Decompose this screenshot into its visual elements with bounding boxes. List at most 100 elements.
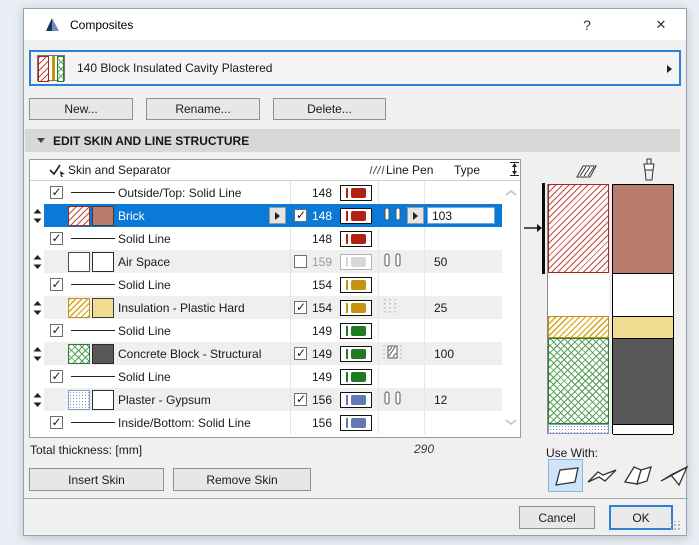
reorder-handle-icon[interactable] [30,250,44,273]
edit-skin-section-header[interactable]: EDIT SKIN AND LINE STRUCTURE [25,129,680,152]
line-visibility-checkbox[interactable] [49,415,63,429]
insert-skin-button[interactable]: Insert Skin [29,468,164,491]
row-check-cell [44,415,68,429]
thickness-cell: 50 [424,250,502,273]
line-pen-swatch[interactable] [340,184,372,201]
line-visibility-checkbox[interactable] [49,231,63,245]
line-pen-number: 154 [312,277,333,292]
thickness-cell [424,181,502,204]
reorder-handle-icon[interactable] [30,204,44,227]
scroll-down-icon[interactable] [504,415,518,429]
table-row-concrete-block-structural[interactable]: Concrete Block - Structural 149 100 [30,342,502,365]
skin-pen-checkbox[interactable] [294,255,307,268]
skin-pen-checkbox[interactable] [294,208,307,222]
line-pen-swatch[interactable] [340,253,372,270]
skin-type-bars-icon[interactable] [381,206,407,225]
table-row-plaster-gypsum[interactable]: Plaster - Gypsum 156 12 [30,388,502,411]
preview-surface-column [612,184,674,435]
help-button[interactable]: ? [566,9,608,40]
surface-swatch[interactable] [92,343,114,364]
cut-fill-swatch[interactable] [68,389,90,410]
skin-type-cell [378,411,424,434]
pen-check-cell [290,319,310,342]
skin-type-dots-icon[interactable] [381,298,401,317]
line-pen-swatch-cell [340,345,378,362]
picker-arrow-icon[interactable] [667,65,672,73]
ok-button[interactable]: OK [609,505,673,530]
skin-pen-checkbox[interactable] [294,300,307,314]
line-pen-number: 148 [312,208,333,223]
thickness-value: 12 [434,392,448,407]
surface-swatch[interactable] [92,389,114,410]
selected-skin-bar [542,183,545,274]
table-row-solid-line[interactable]: Solid Line 148 [30,227,502,250]
skin-type-bars-icon[interactable] [381,252,407,271]
line-pen-swatch[interactable] [340,230,372,247]
line-pen-swatch[interactable] [340,276,372,293]
table-row-air-space[interactable]: Air Space 159 50 [30,250,502,273]
close-icon[interactable]: ✕ [640,9,682,40]
cancel-button[interactable]: Cancel [519,506,595,529]
cut-fill-swatch[interactable] [68,205,90,226]
skin-type-core-icon[interactable] [381,344,407,363]
remove-skin-button[interactable]: Remove Skin [173,468,311,491]
thickness-input[interactable]: 103 [427,207,495,224]
line-pen-number: 149 [312,346,333,361]
row-indent [30,227,44,250]
new-button[interactable]: New... [29,98,133,120]
selected-skin-arrow-icon [524,222,542,236]
line-pen-swatch-cell [340,322,378,339]
use-with-roof-icon[interactable] [620,459,655,492]
cut-fill-swatch[interactable] [68,343,90,364]
line-pen-swatch[interactable] [340,391,372,408]
table-row-inside-bottom-solid-line[interactable]: Inside/Bottom: Solid Line 156 [30,411,502,434]
line-pen-swatch[interactable] [340,299,372,316]
line-visibility-checkbox[interactable] [49,277,63,291]
resize-grip[interactable] [671,521,681,531]
delete-button[interactable]: Delete... [273,98,386,120]
line-visibility-checkbox[interactable] [49,323,63,337]
line-visibility-checkbox[interactable] [49,185,63,199]
line-pen-swatch-cell [340,276,378,293]
line-pen-number: 149 [312,323,333,338]
line-pen-swatch[interactable] [340,368,372,385]
line-pen-swatch[interactable] [340,207,372,224]
use-with-shell-icon[interactable] [656,459,691,492]
surface-swatch[interactable] [92,297,114,318]
separator-line-sample [68,238,118,239]
line-visibility-checkbox[interactable] [49,369,63,383]
cut-fill-swatch[interactable] [68,251,90,272]
use-with-wall-icon[interactable] [548,459,583,492]
scroll-up-icon[interactable] [504,186,518,200]
table-row-brick[interactable]: Brick 148 103 [30,204,502,227]
reorder-handle-icon[interactable] [30,296,44,319]
skin-type-arrow-button[interactable] [407,207,424,224]
pen-hatch-icon [366,160,386,180]
thickness-value: 25 [434,300,448,315]
surface-swatch[interactable] [92,205,114,226]
table-row-outside-top-solid-line[interactable]: Outside/Top: Solid Line 148 [30,181,502,204]
table-row-solid-line[interactable]: Solid Line 149 [30,319,502,342]
surface-paint-icon [641,158,657,185]
row-name: Plaster - Gypsum [118,392,211,407]
composite-picker[interactable]: 140 Block Insulated Cavity Plastered [29,50,681,86]
skin-type-bars-icon[interactable] [381,390,407,409]
rename-button[interactable]: Rename... [146,98,260,120]
line-pen-swatch[interactable] [340,345,372,362]
table-row-solid-line[interactable]: Solid Line 154 [30,273,502,296]
skin-material-arrow-button[interactable] [269,207,286,224]
line-pen-swatch[interactable] [340,322,372,339]
line-pen-swatch[interactable] [340,414,372,431]
reorder-handle-icon[interactable] [30,342,44,365]
surface-swatch[interactable] [92,251,114,272]
row-check-cell [44,231,68,245]
table-row-insulation-plastic-hard[interactable]: Insulation - Plastic Hard 154 25 [30,296,502,319]
use-with-slab-icon[interactable] [584,459,619,492]
skin-pen-checkbox[interactable] [294,392,307,406]
cut-fill-swatch[interactable] [68,297,90,318]
table-row-solid-line[interactable]: Solid Line 149 [30,365,502,388]
composite-thumbnail [37,55,65,82]
reorder-handle-icon[interactable] [30,388,44,411]
skin-swatches [68,389,118,410]
skin-pen-checkbox[interactable] [294,346,307,360]
